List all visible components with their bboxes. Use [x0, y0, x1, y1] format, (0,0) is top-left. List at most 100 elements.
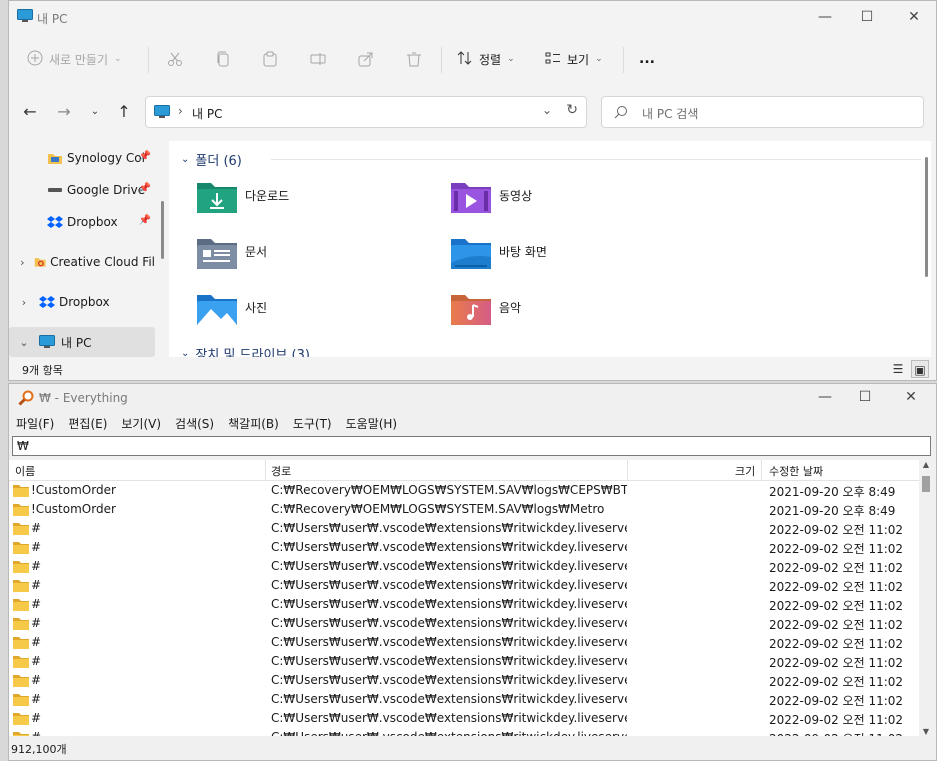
results-scrollbar[interactable]: ▲ ▼ — [920, 460, 932, 736]
search-value[interactable]: ₩ — [17, 439, 29, 453]
group-title: 폴더 (6) — [195, 153, 242, 169]
column-header-modified[interactable]: 수정한 날짜 — [769, 463, 823, 479]
column-separator[interactable] — [627, 460, 628, 480]
table-row[interactable]: #C:₩Users₩user₩.vscode₩extensions₩ritwic… — [9, 595, 919, 614]
nav-item-dropbox-pinned[interactable]: Dropbox 📌 — [9, 207, 155, 237]
nav-item-this-pc[interactable]: ⌄ 내 PC — [9, 327, 155, 357]
more-options-button[interactable]: ... — [639, 45, 655, 73]
minimize-button[interactable]: — — [815, 7, 835, 27]
menu-bookmarks[interactable]: 책갈피(B) — [221, 415, 286, 432]
column-separator[interactable] — [265, 460, 266, 480]
folders-group-header[interactable]: ⌄ 폴더 (6) — [181, 149, 921, 169]
nav-item-label: Creative Cloud Fil — [50, 255, 155, 269]
sort-ascending-icon: ˄ — [132, 460, 137, 467]
folder-item[interactable]: 바탕 화면 — [449, 235, 689, 281]
address-bar[interactable]: › 내 PC ⌄ ↻ — [145, 96, 587, 128]
cell-name: # — [31, 578, 42, 592]
new-button[interactable]: 새로 만들기 ⌄ — [27, 45, 122, 73]
content-scrollbar[interactable] — [925, 157, 928, 277]
table-row[interactable]: !CustomOrder C:₩Recovery₩OEM₩LOGS₩SYSTEM.… — [9, 481, 919, 500]
sort-button[interactable]: 정렬 ⌄ — [457, 45, 515, 73]
table-row[interactable]: #C:₩Users₩user₩.vscode₩extensions₩ritwic… — [9, 576, 919, 595]
folder-item[interactable]: 다운로드 — [195, 179, 435, 225]
cell-name: # — [31, 654, 42, 668]
scroll-thumb[interactable] — [922, 476, 930, 492]
folder-item[interactable]: 음악 — [449, 291, 689, 337]
menu-search[interactable]: 검색(S) — [168, 415, 221, 432]
delete-button[interactable] — [406, 45, 422, 73]
column-separator[interactable] — [761, 460, 762, 480]
nav-item-creative-cloud[interactable]: › Creative Cloud Fil — [9, 247, 155, 277]
table-row[interactable]: #C:₩Users₩user₩.vscode₩extensions₩ritwic… — [9, 538, 919, 557]
share-button[interactable] — [358, 45, 374, 73]
table-row[interactable]: #C:₩Users₩user₩.vscode₩extensions₩ritwic… — [9, 652, 919, 671]
cell-modified: 2022-09-02 오전 11:02 — [769, 523, 904, 537]
table-row[interactable]: #C:₩Users₩user₩.vscode₩extensions₩ritwic… — [9, 633, 919, 652]
recent-locations-button[interactable]: ⌄ — [84, 101, 106, 123]
menu-view[interactable]: 보기(V) — [114, 415, 168, 432]
folder-item[interactable]: 문서 — [195, 235, 435, 281]
folder-icon — [13, 655, 29, 671]
rename-button[interactable] — [310, 45, 326, 73]
table-row[interactable]: #C:₩Users₩user₩.vscode₩extensions₩ritwic… — [9, 557, 919, 576]
folder-item[interactable]: 동영상 — [449, 179, 689, 225]
folder-item[interactable]: 사진 — [195, 291, 435, 337]
downloads-folder-icon — [197, 183, 237, 213]
refresh-icon[interactable]: ↻ — [566, 102, 578, 118]
table-row[interactable]: #C:₩Users₩user₩.vscode₩extensions₩ritwic… — [9, 519, 919, 538]
chevron-down-icon[interactable]: ⌄ — [17, 336, 31, 349]
nav-item-synology[interactable]: Synology Coi 📌 — [9, 143, 155, 173]
column-header-size[interactable]: 크기 — [735, 463, 755, 479]
scroll-up-icon[interactable]: ▲ — [920, 460, 932, 469]
paste-button[interactable] — [262, 45, 278, 73]
column-header-name[interactable]: 이름 — [15, 463, 35, 479]
cell-modified: 2022-09-02 오전 11:02 — [769, 675, 904, 689]
menu-edit[interactable]: 편집(E) — [61, 415, 114, 432]
nav-scrollbar[interactable] — [161, 201, 164, 259]
table-row[interactable]: !CustomOrder C:₩Recovery₩OEM₩LOGS₩SYSTEM.… — [9, 500, 919, 519]
cell-name: # — [31, 673, 42, 687]
drives-group-header[interactable]: ⌄ 장치 및 드라이브 (3) — [181, 343, 310, 358]
tiles-view-icon[interactable]: ▣ — [911, 360, 929, 378]
maximize-button[interactable]: ☐ — [855, 387, 875, 407]
close-button[interactable]: ✕ — [901, 387, 921, 407]
column-header-path[interactable]: 경로 — [271, 463, 291, 479]
menu-tools[interactable]: 도구(T) — [286, 415, 339, 432]
up-button[interactable]: ↑ — [113, 101, 135, 123]
forward-button[interactable]: → — [53, 101, 75, 123]
maximize-button[interactable]: ☐ — [857, 7, 877, 27]
search-input[interactable]: ₩ — [12, 436, 931, 456]
details-view-icon[interactable]: ☰ — [889, 360, 907, 378]
chevron-right-icon[interactable]: › — [17, 296, 31, 309]
table-row[interactable]: #C:₩Users₩user₩.vscode₩extensions₩ritwic… — [9, 671, 919, 690]
minimize-button[interactable]: — — [815, 387, 835, 407]
table-row[interactable]: #C:₩Users₩user₩.vscode₩extensions₩ritwic… — [9, 614, 919, 633]
new-label: 새로 만들기 — [49, 52, 109, 67]
table-row[interactable]: #C:₩Users₩user₩.vscode₩extensions₩ritwic… — [9, 690, 919, 709]
menu-file[interactable]: 파일(F) — [9, 415, 61, 432]
chevron-right-icon[interactable]: › — [17, 256, 28, 269]
table-row[interactable]: #C:₩Users₩user₩.vscode₩extensions₩ritwic… — [9, 709, 919, 728]
folder-name: 문서 — [245, 245, 268, 259]
cell-modified: 2022-09-02 오전 11:02 — [769, 580, 904, 594]
cut-button[interactable] — [167, 45, 183, 73]
menu-help[interactable]: 도움말(H) — [339, 415, 405, 432]
divider — [271, 159, 921, 160]
share-icon — [358, 52, 373, 67]
table-row[interactable]: #C:₩Users₩user₩.vscode₩extensions₩ritwic… — [9, 728, 919, 736]
scroll-down-icon[interactable]: ▼ — [920, 727, 932, 736]
close-button[interactable]: ✕ — [904, 7, 924, 27]
address-path[interactable]: 내 PC — [192, 105, 222, 122]
view-button[interactable]: 보기 ⌄ — [545, 45, 603, 73]
back-button[interactable]: ← — [19, 101, 41, 123]
copy-button[interactable] — [215, 45, 231, 73]
address-dropdown-icon[interactable]: ⌄ — [542, 103, 552, 117]
toolbar-divider — [148, 47, 149, 73]
cell-modified: 2022-09-02 오전 11:02 — [769, 561, 904, 575]
explorer-title-bar[interactable]: 내 PC — ☐ ✕ — [9, 1, 936, 33]
search-box[interactable]: 내 PC 검색 — [601, 96, 924, 128]
nav-item-dropbox[interactable]: › Dropbox — [9, 287, 155, 317]
chevron-down-icon: ⌄ — [181, 153, 190, 165]
everything-title-bar[interactable]: ₩ - Everything — ☐ ✕ — [9, 384, 936, 412]
nav-item-google-drive[interactable]: Google Drive 📌 — [9, 175, 155, 205]
